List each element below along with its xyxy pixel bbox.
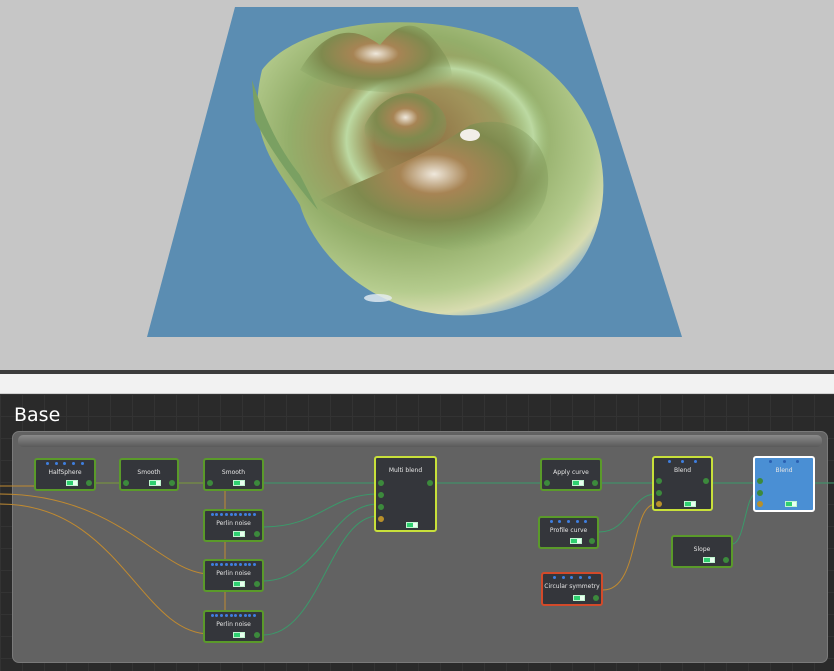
- node-settings-dots: [209, 614, 258, 618]
- node-enable-toggle[interactable]: [703, 557, 715, 563]
- node-enable-toggle[interactable]: [573, 595, 585, 601]
- node-output-port[interactable]: [703, 478, 709, 484]
- node-enable-toggle[interactable]: [233, 480, 245, 486]
- link-perlin2-multiblend: [262, 503, 379, 582]
- node-enable-toggle[interactable]: [233, 531, 245, 537]
- link-offscreen-3: [0, 503, 211, 635]
- node-title: Smooth: [137, 469, 161, 476]
- node-settings-dots: [759, 460, 809, 464]
- node-input-port[interactable]: [757, 478, 763, 484]
- link-perlin3-multiblend: [262, 515, 379, 636]
- node-settings-dots: [209, 513, 258, 517]
- node-enable-toggle[interactable]: [233, 632, 245, 638]
- node-enable-toggle[interactable]: [570, 538, 582, 544]
- node-perlin-noise[interactable]: Perlin noise: [203, 559, 264, 592]
- node-input-port[interactable]: [378, 504, 384, 510]
- node-title: Smooth: [221, 469, 246, 476]
- terrain-render: [147, 7, 682, 337]
- node-title: Perlin noise: [216, 621, 251, 628]
- node-slope[interactable]: Slope: [671, 535, 733, 568]
- node-output-port[interactable]: [589, 538, 595, 544]
- node-links: [0, 482, 834, 636]
- node-output-port[interactable]: [723, 557, 729, 563]
- node-settings-dots: [658, 460, 707, 464]
- node-enable-toggle[interactable]: [66, 480, 78, 486]
- node-title: Perlin noise: [216, 570, 251, 577]
- link-circular-blend: [602, 503, 657, 591]
- node-settings-dots: [40, 462, 90, 466]
- node-enable-toggle[interactable]: [149, 480, 161, 486]
- node-title: Circular symmetry: [544, 583, 600, 590]
- snow-peak: [460, 129, 480, 141]
- node-enable-toggle[interactable]: [684, 501, 696, 507]
- node-perlin-noise[interactable]: Perlin noise: [203, 610, 264, 643]
- node-output-port[interactable]: [427, 480, 433, 486]
- node-input-port[interactable]: [656, 501, 662, 507]
- node-output-port[interactable]: [592, 480, 598, 486]
- node-title: HalfSphere: [48, 469, 82, 476]
- node-title: Multi blend: [388, 467, 423, 474]
- node-output-port[interactable]: [86, 480, 92, 486]
- node-input-port[interactable]: [378, 492, 384, 498]
- node-smooth[interactable]: Smooth: [203, 458, 264, 491]
- node-title: Profile curve: [549, 527, 588, 534]
- node-input-port[interactable]: [656, 490, 662, 496]
- node-output-port[interactable]: [169, 480, 175, 486]
- node-circular-symmetry[interactable]: Circular symmetry: [541, 572, 603, 606]
- link-profile-blend: [598, 493, 657, 533]
- foam-spot: [364, 294, 392, 302]
- node-input-port[interactable]: [378, 516, 384, 522]
- node-title: Blend: [775, 467, 793, 474]
- node-output-port[interactable]: [254, 632, 260, 638]
- node-title: Blend: [673, 467, 692, 474]
- node-input-port[interactable]: [544, 480, 550, 486]
- node-perlin-noise[interactable]: Perlin noise: [203, 509, 264, 542]
- node-title: Apply curve: [553, 469, 589, 476]
- node-input-port[interactable]: [757, 490, 763, 496]
- node-enable-toggle[interactable]: [233, 581, 245, 587]
- node-title: Slope: [693, 546, 711, 553]
- terrain-3d-viewport[interactable]: [0, 0, 834, 370]
- node-smooth[interactable]: Smooth: [119, 458, 179, 491]
- node-settings-dots: [547, 576, 597, 580]
- node-input-port[interactable]: [207, 480, 213, 486]
- node-graph-editor[interactable]: Base HalfSphere Smooth Smooth Perlin noi…: [0, 394, 834, 671]
- node-title: Perlin noise: [216, 520, 251, 527]
- node-profile-curve[interactable]: Profile curve: [538, 516, 599, 549]
- node-settings-dots: [209, 563, 258, 567]
- link-offscreen-2: [0, 493, 211, 575]
- node-input-port[interactable]: [378, 480, 384, 486]
- node-multi-blend[interactable]: Multi blend: [374, 456, 437, 532]
- node-enable-toggle[interactable]: [406, 522, 418, 528]
- node-settings-dots: [544, 520, 593, 524]
- graph-toolbar-strip: [0, 374, 834, 394]
- node-output-port[interactable]: [254, 531, 260, 537]
- node-halfsphere[interactable]: HalfSphere: [34, 458, 96, 491]
- node-input-port[interactable]: [757, 501, 763, 507]
- node-enable-toggle[interactable]: [572, 480, 584, 486]
- node-output-port[interactable]: [254, 581, 260, 587]
- node-enable-toggle[interactable]: [785, 501, 797, 507]
- node-input-port[interactable]: [123, 480, 129, 486]
- node-output-port[interactable]: [254, 480, 260, 486]
- node-blend[interactable]: Blend: [652, 456, 713, 511]
- node-apply-curve[interactable]: Apply curve: [540, 458, 602, 491]
- node-blend-output[interactable]: Blend: [753, 456, 815, 512]
- node-input-port[interactable]: [656, 478, 662, 484]
- node-output-port[interactable]: [593, 595, 599, 601]
